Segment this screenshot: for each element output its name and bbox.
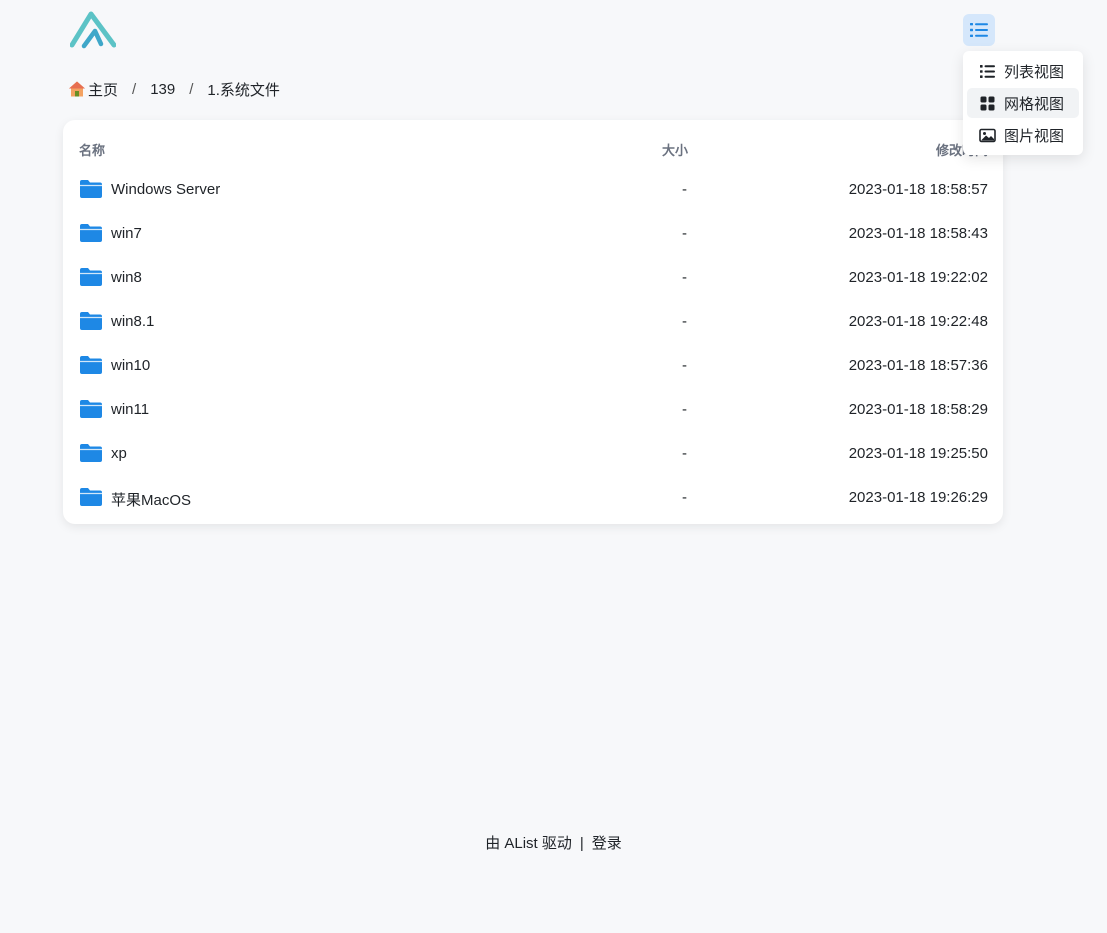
file-name: win8 bbox=[111, 269, 142, 286]
file-name: win11 bbox=[111, 401, 150, 418]
breadcrumb-139[interactable]: 139 bbox=[150, 81, 175, 98]
view-mode-menu: 列表视图 网格视图 图片视图 bbox=[963, 51, 1083, 155]
table-row[interactable]: Windows Server - 2023-01-18 18:58:57 bbox=[63, 168, 1003, 212]
folder-icon bbox=[80, 312, 102, 330]
table-row[interactable]: xp - 2023-01-18 19:25:50 bbox=[63, 432, 1003, 476]
file-modified: 2023-01-18 18:58:29 bbox=[848, 401, 988, 418]
file-name: 苹果MacOS bbox=[111, 492, 192, 509]
folder-icon bbox=[80, 224, 102, 242]
house-icon bbox=[69, 81, 85, 97]
file-list-card: 名称 大小 修改时间 Windows Server - 2023-01-18 1… bbox=[63, 120, 1003, 524]
folder-icon bbox=[80, 488, 102, 506]
menu-item-label: 列表视图 bbox=[1004, 63, 1065, 81]
view-toggle-button[interactable] bbox=[963, 14, 995, 46]
menu-item-list-view[interactable]: 列表视图 bbox=[967, 56, 1079, 86]
footer-separator: | bbox=[579, 835, 584, 852]
folder-icon bbox=[80, 356, 102, 374]
login-link[interactable]: 登录 bbox=[592, 835, 622, 852]
breadcrumb-current[interactable]: 1.系统文件 bbox=[207, 79, 280, 100]
table-row[interactable]: win11 - 2023-01-18 18:58:29 bbox=[63, 388, 1003, 432]
menu-item-grid-view[interactable]: 网格视图 bbox=[967, 88, 1079, 118]
folder-icon bbox=[80, 180, 102, 198]
file-name: win10 bbox=[111, 357, 151, 374]
file-name: xp bbox=[111, 445, 127, 462]
image-icon bbox=[979, 128, 996, 142]
file-modified: 2023-01-18 19:25:50 bbox=[848, 445, 988, 462]
file-name: win8.1 bbox=[111, 313, 155, 330]
file-size: - bbox=[682, 181, 687, 198]
file-modified: 2023-01-18 19:26:29 bbox=[848, 489, 988, 506]
breadcrumb-separator: / bbox=[132, 80, 137, 98]
table-row[interactable]: win8.1 - 2023-01-18 19:22:48 bbox=[63, 300, 1003, 344]
file-size: - bbox=[682, 313, 687, 330]
column-size-header[interactable]: 大小 bbox=[662, 140, 688, 159]
table-row[interactable]: win8 - 2023-01-18 19:22:02 bbox=[63, 256, 1003, 300]
file-name: win7 bbox=[111, 225, 142, 242]
table-header: 名称 大小 修改时间 bbox=[63, 120, 1003, 174]
powered-by-link[interactable]: 由 AList 驱动 bbox=[485, 835, 572, 852]
file-size: - bbox=[682, 489, 687, 506]
menu-item-image-view[interactable]: 图片视图 bbox=[967, 120, 1079, 150]
folder-icon bbox=[80, 400, 102, 418]
breadcrumb: 主页 / 139 / 1.系统文件 bbox=[68, 78, 280, 100]
alist-logo-icon[interactable] bbox=[70, 11, 116, 51]
file-rows: Windows Server - 2023-01-18 18:58:57 win… bbox=[63, 168, 1003, 520]
file-modified: 2023-01-18 19:22:02 bbox=[848, 269, 988, 286]
folder-icon bbox=[80, 268, 102, 286]
menu-item-label: 图片视图 bbox=[1004, 127, 1065, 145]
footer: 由 AList 驱动 | 登录 bbox=[0, 832, 1107, 853]
file-size: - bbox=[682, 401, 687, 418]
table-row[interactable]: win10 - 2023-01-18 18:57:36 bbox=[63, 344, 1003, 388]
list-icon bbox=[980, 64, 995, 78]
file-size: - bbox=[682, 225, 687, 242]
list-icon bbox=[970, 23, 988, 37]
table-row[interactable]: 苹果MacOS - 2023-01-18 19:26:29 bbox=[63, 476, 1003, 520]
folder-icon bbox=[80, 444, 102, 462]
menu-item-label: 网格视图 bbox=[1004, 95, 1065, 113]
table-row[interactable]: win7 - 2023-01-18 18:58:43 bbox=[63, 212, 1003, 256]
file-size: - bbox=[682, 269, 687, 286]
file-size: - bbox=[682, 445, 687, 462]
file-modified: 2023-01-18 18:57:36 bbox=[848, 357, 988, 374]
file-size: - bbox=[682, 357, 687, 374]
breadcrumb-home[interactable]: 主页 bbox=[88, 79, 118, 100]
column-name-header[interactable]: 名称 bbox=[79, 140, 105, 159]
grid-icon bbox=[980, 96, 995, 110]
breadcrumb-separator: / bbox=[189, 80, 194, 98]
file-modified: 2023-01-18 18:58:43 bbox=[848, 225, 988, 242]
file-name: Windows Server bbox=[111, 181, 221, 198]
file-modified: 2023-01-18 18:58:57 bbox=[848, 181, 988, 198]
file-modified: 2023-01-18 19:22:48 bbox=[848, 313, 988, 330]
